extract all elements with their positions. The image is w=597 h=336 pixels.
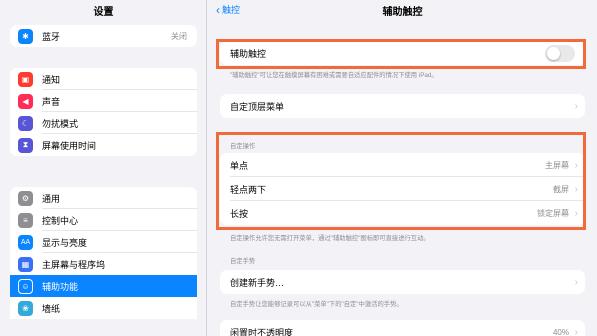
assistive-touch-row: 辅助触控 [220, 41, 585, 65]
assistive-touch-note: "辅助触控"可让您在触摸屏幕有困难或需要自适应配件的情况下使用 iPad。 [230, 72, 438, 79]
detail-pane: ‹ 触控 辅助触控 辅助触控 "辅助触控"可让您在触摸屏幕有困难或需要自适应配件… [208, 0, 597, 336]
action-label: 单点 [230, 160, 249, 171]
custom-gestures-card: 创建新手势… › [220, 270, 585, 294]
control-center-icon: ≡ [18, 212, 33, 228]
sidebar-group-notifications: ▣ 通知 ◀ 声音 ☾ 勿扰模式 ⧗ 屏幕使用时间 [10, 68, 197, 156]
sidebar-group-connectivity: ✱ 蓝牙 关闭 [10, 25, 197, 47]
sidebar-item-home-screen-dock[interactable]: ▦ 主屏幕与程序坞 [10, 253, 197, 275]
sidebar-item-label: 声音 [42, 96, 61, 107]
assistive-touch-label: 辅助触控 [230, 48, 267, 59]
sidebar-item-general[interactable]: ⚙ 通用 [10, 187, 197, 209]
gear-icon: ⚙ [18, 190, 33, 206]
custom-menu-card: 自定顶层菜单 › [220, 94, 585, 118]
toggle-knob [547, 46, 560, 60]
sidebar-item-accessibility[interactable]: ☺ 辅助功能 [10, 275, 197, 297]
sidebar-item-label: 蓝牙 [42, 31, 61, 42]
custom-top-level-menu-row[interactable]: 自定顶层菜单 › [220, 94, 585, 118]
chevron-right-icon: › [574, 183, 578, 195]
idle-opacity-row[interactable]: 闲置时不透明度 40% › [220, 320, 585, 336]
action-row-long-press[interactable]: 长按 锁定屏幕 › [220, 201, 585, 225]
sidebar-item-display-brightness[interactable]: AA 显示与亮度 [10, 231, 197, 253]
home-grid-icon: ▦ [18, 256, 33, 272]
chevron-right-icon: › [574, 159, 578, 171]
bluetooth-status: 关闭 [171, 31, 187, 41]
page-title: 辅助触控 [382, 7, 423, 18]
settings-sidebar: 设置 ✱ 蓝牙 关闭 ▣ 通知 ◀ 声音 ☾ 勿扰模式 ⧗ 屏幕使用时间 ⚙ 通… [0, 0, 207, 336]
sidebar-item-do-not-disturb[interactable]: ☾ 勿扰模式 [10, 112, 197, 134]
sidebar-item-label: 控制中心 [42, 215, 79, 226]
sidebar-item-wallpaper[interactable]: ❀ 墙纸 [10, 297, 197, 319]
assistive-touch-toggle[interactable] [545, 44, 575, 62]
action-label: 长按 [230, 208, 249, 219]
action-value: 主屏幕 [545, 160, 569, 170]
sidebar-item-label: 辅助功能 [42, 281, 79, 292]
create-new-gesture-row[interactable]: 创建新手势… › [220, 270, 585, 294]
sidebar-item-label: 显示与亮度 [42, 237, 88, 248]
chevron-right-icon: › [574, 326, 578, 336]
custom-actions-card: 单点 主屏幕 › 轻点两下 截屏 › 长按 锁定屏幕 › [220, 153, 585, 225]
sidebar-group-general: ⚙ 通用 ≡ 控制中心 AA 显示与亮度 ▦ 主屏幕与程序坞 ☺ 辅助功能 ❀ … [10, 187, 197, 319]
wallpaper-icon: ❀ [18, 300, 33, 316]
sidebar-item-label: 墙纸 [42, 303, 61, 314]
idle-opacity-value: 40% [552, 327, 569, 336]
custom-gestures-note: 自定手势让您能够记录可以从"菜单"下的"自定"中激活的手势。 [230, 301, 403, 308]
create-gesture-label: 创建新手势… [230, 277, 285, 288]
sidebar-item-label: 通用 [42, 193, 61, 204]
sidebar-item-sounds[interactable]: ◀ 声音 [10, 90, 197, 112]
sidebar-item-label: 屏幕使用时间 [42, 140, 97, 151]
sidebar-item-bluetooth[interactable]: ✱ 蓝牙 关闭 [10, 25, 197, 47]
action-value: 截屏 [553, 184, 569, 194]
sidebar-item-control-center[interactable]: ≡ 控制中心 [10, 209, 197, 231]
sidebar-item-label: 勿扰模式 [42, 118, 79, 129]
hourglass-icon: ⧗ [18, 137, 33, 153]
bluetooth-icon: ✱ [18, 28, 33, 44]
action-row-double-tap[interactable]: 轻点两下 截屏 › [220, 177, 585, 201]
sidebar-title: 设置 [93, 7, 114, 18]
idle-opacity-label: 闲置时不透明度 [230, 327, 294, 336]
settings-window: 设置 ✱ 蓝牙 关闭 ▣ 通知 ◀ 声音 ☾ 勿扰模式 ⧗ 屏幕使用时间 ⚙ 通… [0, 0, 597, 336]
chevron-right-icon: › [574, 276, 578, 288]
sidebar-item-screen-time[interactable]: ⧗ 屏幕使用时间 [10, 134, 197, 156]
display-icon: AA [18, 234, 33, 250]
idle-opacity-card: 闲置时不透明度 40% › [220, 320, 585, 336]
sidebar-item-notifications[interactable]: ▣ 通知 [10, 68, 197, 90]
assistive-touch-card: 辅助触控 [220, 41, 585, 65]
custom-actions-note: 自定操作允许您无需打开菜单，通过"辅助触控"图标即可直接进行互动。 [230, 235, 430, 242]
bell-icon: ▣ [18, 71, 33, 87]
action-label: 轻点两下 [230, 184, 267, 195]
sidebar-item-label: 主屏幕与程序坞 [42, 259, 106, 270]
action-row-single-tap[interactable]: 单点 主屏幕 › [220, 153, 585, 177]
chevron-right-icon: › [574, 100, 578, 112]
speaker-icon: ◀ [18, 93, 33, 109]
custom-actions-header: 自定操作 [230, 143, 256, 150]
chevron-right-icon: › [574, 207, 578, 219]
action-value: 锁定屏幕 [537, 208, 569, 218]
custom-menu-label: 自定顶层菜单 [230, 101, 285, 112]
accessibility-icon: ☺ [18, 278, 33, 294]
sidebar-item-label: 通知 [42, 74, 61, 85]
moon-icon: ☾ [18, 115, 33, 131]
custom-gestures-header: 自定手势 [230, 258, 256, 265]
